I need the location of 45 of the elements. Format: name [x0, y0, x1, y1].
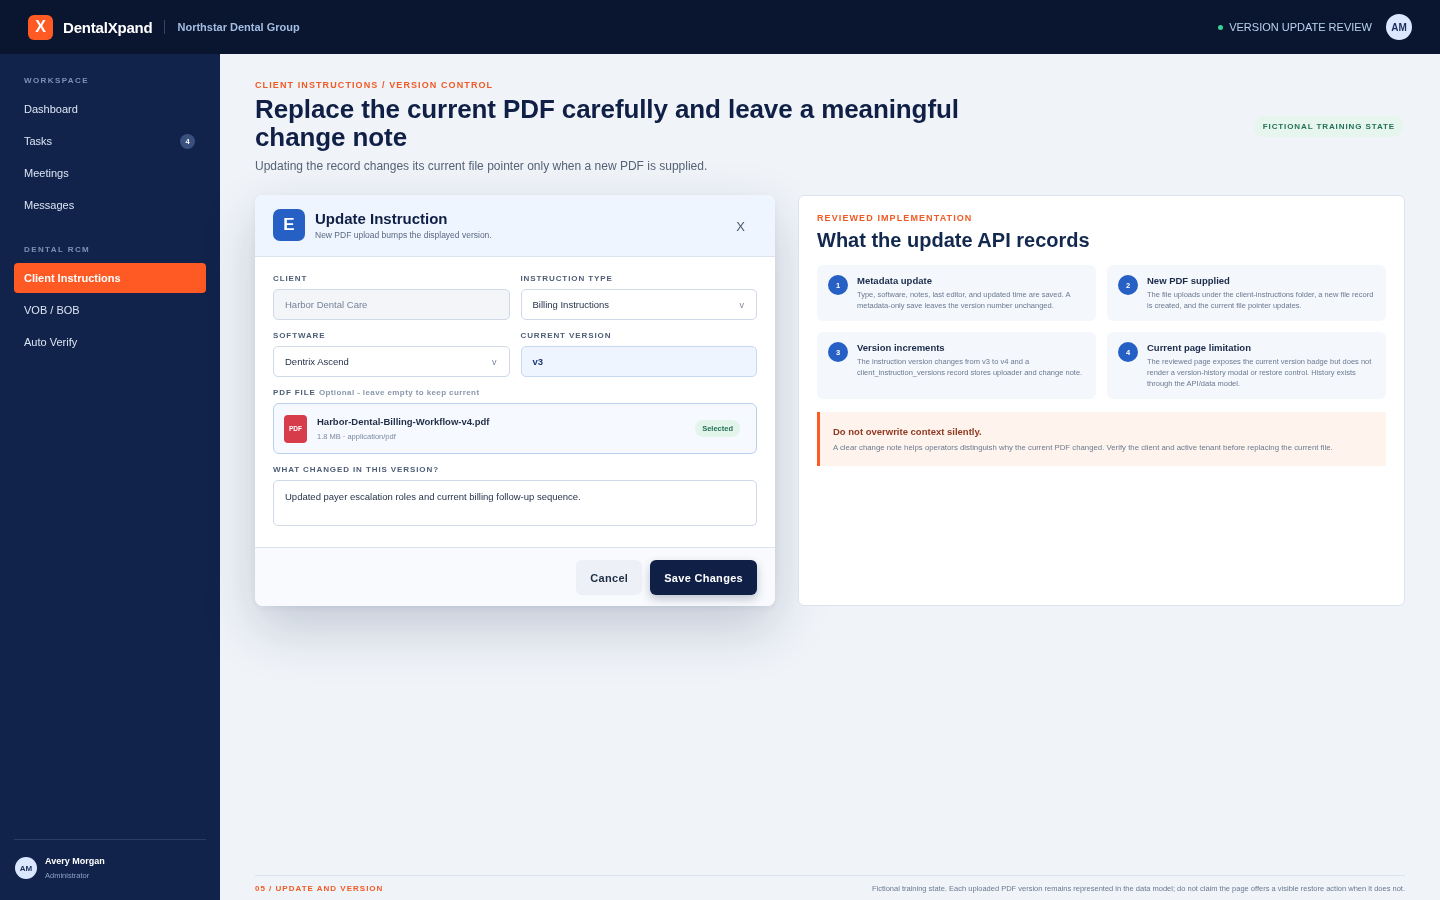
version-field[interactable]: v3 — [520, 346, 757, 377]
letter-tile: E — [273, 209, 305, 241]
field-label: SOFTWARE — [273, 331, 327, 341]
logo-mark: X — [28, 14, 53, 40]
sidebar-item[interactable]: VOB / BOB — [14, 295, 206, 325]
breadcrumb: CLIENT INSTRUCTIONS / VERSION CONTROL — [255, 80, 495, 90]
file-name: Harbor-Dental-Billing-Workflow-v4.pdf — [317, 416, 490, 427]
field-label: CURRENT VERSION — [520, 331, 613, 341]
field-label: WHAT CHANGED IN THIS VERSION? — [273, 465, 440, 475]
step-title: New PDF supplied — [1147, 275, 1231, 286]
user-avatar[interactable]: AM — [1386, 14, 1412, 40]
brand-name: DentalXpand — [63, 18, 153, 36]
sidebar-section-label: WORKSPACE — [23, 76, 90, 85]
panel-eyebrow: REVIEWED IMPLEMENTATION — [817, 213, 974, 223]
status-dot-icon — [1218, 24, 1224, 30]
sidebar-item[interactable]: Auto Verify — [14, 327, 206, 357]
training-state-badge: FICTIONAL TRAINING STATE — [1253, 116, 1404, 137]
dialog-subtitle: New PDF upload bumps the displayed version. — [315, 230, 492, 240]
field-label: PDF FILE Optional - leave empty to keep current — [273, 388, 481, 398]
dialog-title: Update Instruction — [315, 210, 449, 227]
close-button[interactable]: X — [732, 216, 757, 234]
panel-title: What the update API records — [817, 229, 1091, 252]
sidebar-section-label: DENTAL RCM — [23, 245, 92, 254]
save-button[interactable]: Save Changes — [650, 560, 757, 595]
field-label: INSTRUCTION TYPE — [520, 274, 614, 284]
page-subtitle: Updating the record changes its current file pointer only when a new PDF is supplied. — [255, 159, 709, 173]
organization-name: Northstar Dental Group — [177, 21, 300, 33]
text-field[interactable]: Harbor Dental Care — [273, 289, 510, 320]
user-avatar[interactable]: AM — [15, 857, 37, 879]
page-title: Replace the current PDF carefully and leave a meaningful change note — [255, 95, 960, 151]
sidebar-item[interactable]: Dashboard — [14, 94, 206, 124]
step-title: Current page limitation — [1147, 342, 1252, 353]
change-note-field[interactable]: Updated payer escalation roles and current billing follow-up sequence. — [273, 480, 757, 526]
sidebar-item[interactable]: Meetings — [14, 158, 206, 188]
select-field[interactable]: Dentrix Ascend v — [273, 346, 510, 377]
step-title: Version increments — [857, 342, 946, 353]
step-title: Metadata update — [857, 275, 933, 286]
callout-title: Do not overwrite context silently. — [833, 426, 983, 437]
sidebar-item[interactable]: Messages — [14, 190, 206, 220]
user-name: Avery Morgan — [45, 856, 105, 866]
footer-label: 05 / UPDATE AND VERSION — [255, 884, 384, 893]
select-field[interactable]: Billing Instructions v — [520, 289, 757, 320]
field-label: CLIENT — [273, 274, 309, 284]
cancel-button[interactable]: Cancel — [576, 560, 643, 595]
status-label: VERSION UPDATE REVIEW — [1229, 21, 1372, 33]
